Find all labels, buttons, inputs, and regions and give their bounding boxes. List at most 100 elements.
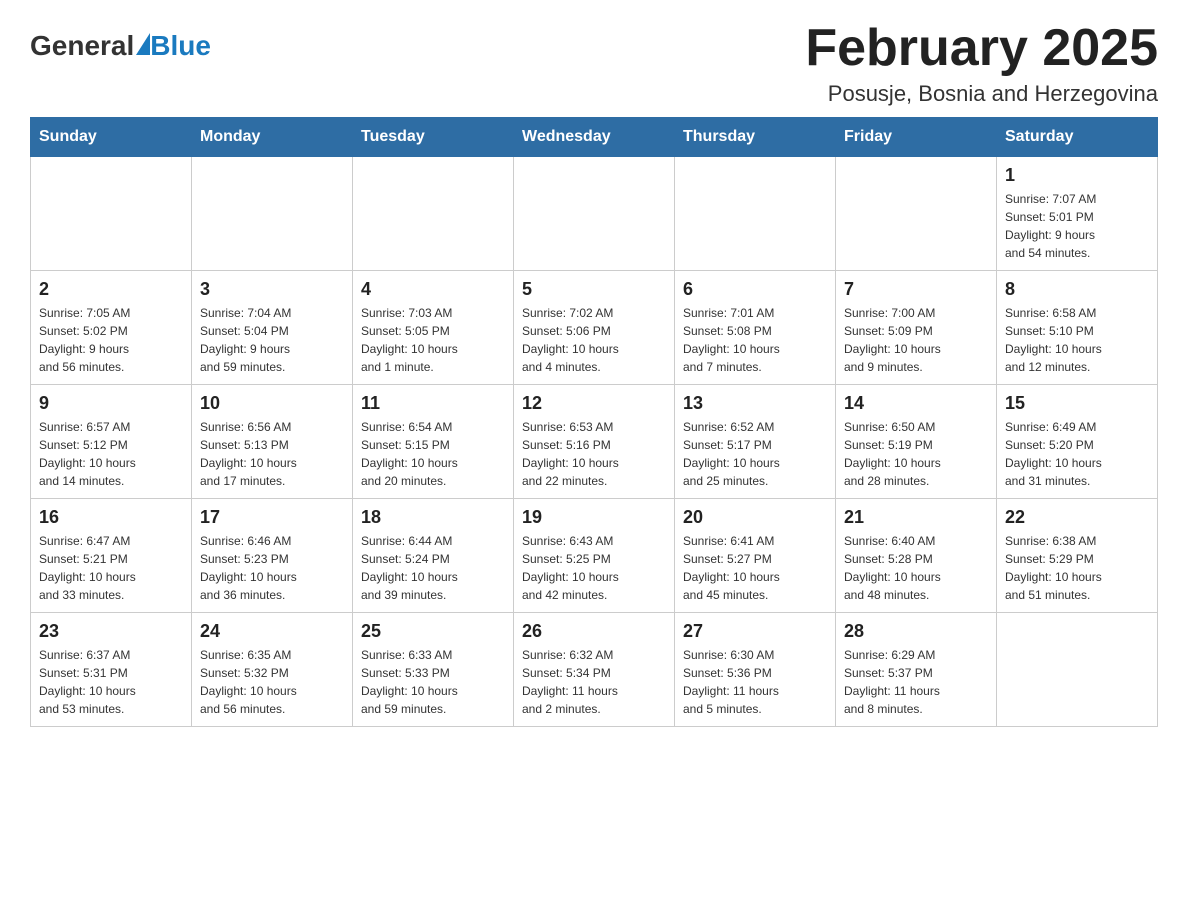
calendar-cell: 22 Sunrise: 6:38 AM Sunset: 5:29 PM Dayli… [997, 499, 1158, 613]
day-info: Sunrise: 6:54 AM Sunset: 5:15 PM Dayligh… [361, 418, 505, 490]
logo-triangle-icon [136, 33, 150, 55]
day-info: Sunrise: 6:52 AM Sunset: 5:17 PM Dayligh… [683, 418, 827, 490]
day-number: 12 [522, 393, 666, 414]
logo-text-general: General [30, 30, 134, 62]
logo: General Blue [30, 30, 211, 62]
day-number: 8 [1005, 279, 1149, 300]
day-info: Sunrise: 7:00 AM Sunset: 5:09 PM Dayligh… [844, 304, 988, 376]
day-info: Sunrise: 6:44 AM Sunset: 5:24 PM Dayligh… [361, 532, 505, 604]
calendar-week-row: 16 Sunrise: 6:47 AM Sunset: 5:21 PM Dayli… [31, 499, 1158, 613]
weekday-header-tuesday: Tuesday [353, 118, 514, 157]
calendar-week-row: 9Sunrise: 6:57 AM Sunset: 5:12 PM Daylig… [31, 385, 1158, 499]
logo-text-blue: Blue [150, 30, 211, 62]
calendar-subtitle: Posusje, Bosnia and Herzegovina [805, 81, 1158, 107]
calendar-week-row: 1 Sunrise: 7:07 AM Sunset: 5:01 PM Daylig… [31, 157, 1158, 271]
day-info: Sunrise: 6:41 AM Sunset: 5:27 PM Dayligh… [683, 532, 827, 604]
day-number: 25 [361, 621, 505, 642]
day-number: 10 [200, 393, 344, 414]
calendar-cell: 14Sunrise: 6:50 AM Sunset: 5:19 PM Dayli… [836, 385, 997, 499]
day-info: Sunrise: 6:35 AM Sunset: 5:32 PM Dayligh… [200, 646, 344, 718]
day-info: Sunrise: 6:58 AM Sunset: 5:10 PM Dayligh… [1005, 304, 1149, 376]
day-number: 23 [39, 621, 183, 642]
day-info: Sunrise: 7:04 AM Sunset: 5:04 PM Dayligh… [200, 304, 344, 376]
day-number: 13 [683, 393, 827, 414]
calendar-cell: 20 Sunrise: 6:41 AM Sunset: 5:27 PM Dayli… [675, 499, 836, 613]
day-number: 17 [200, 507, 344, 528]
day-number: 18 [361, 507, 505, 528]
day-number: 27 [683, 621, 827, 642]
day-number: 9 [39, 393, 183, 414]
day-number: 24 [200, 621, 344, 642]
calendar-cell: 4 Sunrise: 7:03 AM Sunset: 5:05 PM Daylig… [353, 271, 514, 385]
calendar-cell: 25 Sunrise: 6:33 AM Sunset: 5:33 PM Dayli… [353, 613, 514, 727]
day-info: Sunrise: 6:32 AM Sunset: 5:34 PM Dayligh… [522, 646, 666, 718]
day-number: 11 [361, 393, 505, 414]
day-number: 7 [844, 279, 988, 300]
day-info: Sunrise: 6:50 AM Sunset: 5:19 PM Dayligh… [844, 418, 988, 490]
day-number: 21 [844, 507, 988, 528]
day-info: Sunrise: 6:33 AM Sunset: 5:33 PM Dayligh… [361, 646, 505, 718]
calendar-cell: 26 Sunrise: 6:32 AM Sunset: 5:34 PM Dayli… [514, 613, 675, 727]
calendar-cell: 27Sunrise: 6:30 AM Sunset: 5:36 PM Dayli… [675, 613, 836, 727]
calendar-cell: 24 Sunrise: 6:35 AM Sunset: 5:32 PM Dayli… [192, 613, 353, 727]
day-number: 16 [39, 507, 183, 528]
calendar-cell: 23 Sunrise: 6:37 AM Sunset: 5:31 PM Dayli… [31, 613, 192, 727]
weekday-header-monday: Monday [192, 118, 353, 157]
calendar-cell: 9Sunrise: 6:57 AM Sunset: 5:12 PM Daylig… [31, 385, 192, 499]
day-number: 2 [39, 279, 183, 300]
calendar-cell [31, 157, 192, 271]
calendar-cell: 6 Sunrise: 7:01 AM Sunset: 5:08 PM Daylig… [675, 271, 836, 385]
calendar-cell: 21 Sunrise: 6:40 AM Sunset: 5:28 PM Dayli… [836, 499, 997, 613]
day-number: 28 [844, 621, 988, 642]
day-number: 4 [361, 279, 505, 300]
day-info: Sunrise: 7:07 AM Sunset: 5:01 PM Dayligh… [1005, 190, 1149, 262]
calendar-cell [997, 613, 1158, 727]
weekday-header-friday: Friday [836, 118, 997, 157]
day-info: Sunrise: 7:01 AM Sunset: 5:08 PM Dayligh… [683, 304, 827, 376]
calendar-cell: 15 Sunrise: 6:49 AM Sunset: 5:20 PM Dayli… [997, 385, 1158, 499]
calendar-cell [353, 157, 514, 271]
day-number: 5 [522, 279, 666, 300]
calendar-cell [836, 157, 997, 271]
day-number: 19 [522, 507, 666, 528]
weekday-header-sunday: Sunday [31, 118, 192, 157]
day-info: Sunrise: 6:53 AM Sunset: 5:16 PM Dayligh… [522, 418, 666, 490]
day-info: Sunrise: 6:49 AM Sunset: 5:20 PM Dayligh… [1005, 418, 1149, 490]
calendar-cell [675, 157, 836, 271]
day-number: 20 [683, 507, 827, 528]
calendar-cell: 18 Sunrise: 6:44 AM Sunset: 5:24 PM Dayli… [353, 499, 514, 613]
calendar-cell: 12 Sunrise: 6:53 AM Sunset: 5:16 PM Dayli… [514, 385, 675, 499]
calendar-cell: 10 Sunrise: 6:56 AM Sunset: 5:13 PM Dayli… [192, 385, 353, 499]
day-info: Sunrise: 6:46 AM Sunset: 5:23 PM Dayligh… [200, 532, 344, 604]
day-number: 26 [522, 621, 666, 642]
day-info: Sunrise: 6:40 AM Sunset: 5:28 PM Dayligh… [844, 532, 988, 604]
day-number: 3 [200, 279, 344, 300]
day-number: 1 [1005, 165, 1149, 186]
day-info: Sunrise: 7:03 AM Sunset: 5:05 PM Dayligh… [361, 304, 505, 376]
calendar-cell: 13 Sunrise: 6:52 AM Sunset: 5:17 PM Dayli… [675, 385, 836, 499]
calendar-week-row: 2 Sunrise: 7:05 AM Sunset: 5:02 PM Daylig… [31, 271, 1158, 385]
calendar-cell: 1 Sunrise: 7:07 AM Sunset: 5:01 PM Daylig… [997, 157, 1158, 271]
day-info: Sunrise: 6:38 AM Sunset: 5:29 PM Dayligh… [1005, 532, 1149, 604]
day-info: Sunrise: 6:56 AM Sunset: 5:13 PM Dayligh… [200, 418, 344, 490]
calendar-cell: 11 Sunrise: 6:54 AM Sunset: 5:15 PM Dayli… [353, 385, 514, 499]
day-number: 22 [1005, 507, 1149, 528]
weekday-header-row: SundayMondayTuesdayWednesdayThursdayFrid… [31, 118, 1158, 157]
day-info: Sunrise: 7:02 AM Sunset: 5:06 PM Dayligh… [522, 304, 666, 376]
calendar-cell: 7 Sunrise: 7:00 AM Sunset: 5:09 PM Daylig… [836, 271, 997, 385]
day-info: Sunrise: 6:37 AM Sunset: 5:31 PM Dayligh… [39, 646, 183, 718]
day-info: Sunrise: 6:29 AM Sunset: 5:37 PM Dayligh… [844, 646, 988, 718]
calendar-week-row: 23 Sunrise: 6:37 AM Sunset: 5:31 PM Dayli… [31, 613, 1158, 727]
day-number: 6 [683, 279, 827, 300]
calendar-title: February 2025 [805, 20, 1158, 77]
page-header: General Blue February 2025 Posusje, Bosn… [30, 20, 1158, 107]
day-number: 15 [1005, 393, 1149, 414]
calendar-cell: 5 Sunrise: 7:02 AM Sunset: 5:06 PM Daylig… [514, 271, 675, 385]
day-info: Sunrise: 6:43 AM Sunset: 5:25 PM Dayligh… [522, 532, 666, 604]
calendar-cell: 19 Sunrise: 6:43 AM Sunset: 5:25 PM Dayli… [514, 499, 675, 613]
calendar-cell: 28 Sunrise: 6:29 AM Sunset: 5:37 PM Dayli… [836, 613, 997, 727]
calendar-cell [514, 157, 675, 271]
day-info: Sunrise: 7:05 AM Sunset: 5:02 PM Dayligh… [39, 304, 183, 376]
weekday-header-thursday: Thursday [675, 118, 836, 157]
day-info: Sunrise: 6:47 AM Sunset: 5:21 PM Dayligh… [39, 532, 183, 604]
